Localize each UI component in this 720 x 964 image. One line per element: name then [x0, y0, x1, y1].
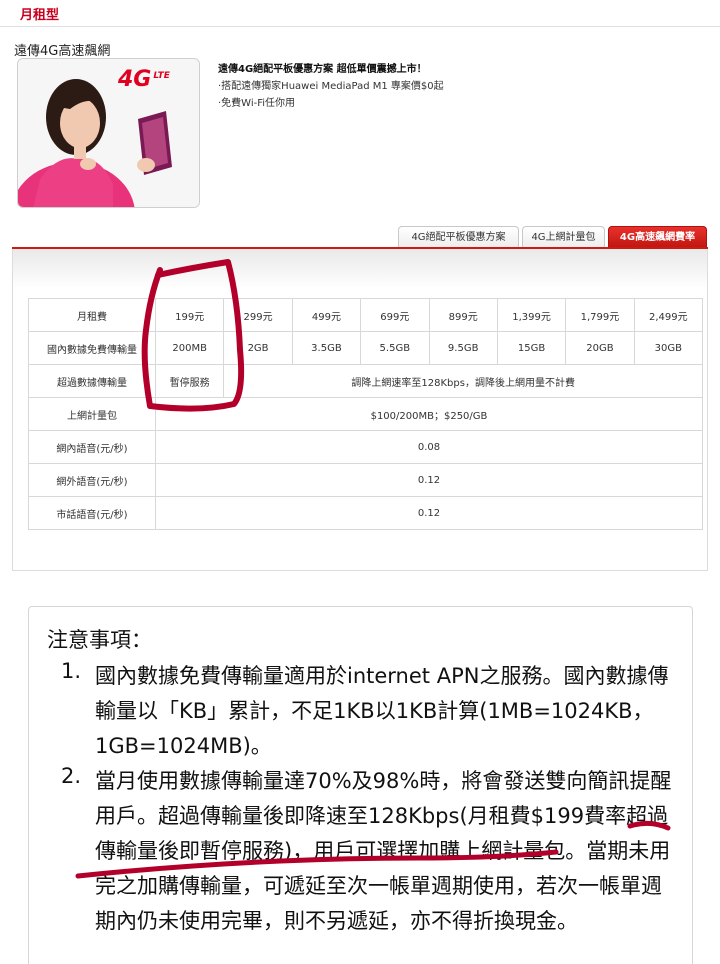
plan-tabs: 4G絕配平板優惠方案 4G上網計量包 4G高速飆網費率 [0, 226, 720, 248]
4g-lte-logo: 4G LTE [118, 67, 170, 92]
notes-heading: 注意事項： [47, 628, 152, 652]
plan-fee-cell: 1,399元 [496, 298, 567, 332]
plan-fee-cell: 2,499元 [633, 298, 704, 332]
promo-photo-illustration [18, 59, 199, 207]
table-row-offnet-voice: 網外語音(元/秒) 0.12 [28, 463, 703, 497]
table-row-data-allowance: 國內數據免費傳輸量 200MB 2GB 3.5GB 5.5GB 9.5GB 15… [28, 331, 704, 365]
table-row-addon-pack: 上網計量包 $100/200MB；$250/GB [28, 397, 703, 431]
note-text: 當月使用數據傳輸量達70%及98%時，將會發送雙向簡訊提醒用戶。超過傳輸量後即降… [95, 769, 672, 933]
table-row-overage: 超過數據傳輸量 暫停服務 調降上網速率至128Kbps，調降後上網用量不計費 [28, 364, 703, 398]
plan-fee-cell: 699元 [360, 298, 430, 332]
promo-image[interactable]: 4G LTE [17, 58, 200, 208]
row-header-landline-voice: 市話語音(元/秒) [28, 496, 156, 530]
row-header-monthly-fee: 月租費 [28, 298, 156, 332]
badge-lte: LTE [153, 70, 170, 81]
data-allowance-cell: 5.5GB [360, 331, 430, 365]
data-allowance-cell: 20GB [565, 331, 635, 365]
plan-fee-cell: 499元 [291, 298, 362, 332]
data-allowance-cell: 3.5GB [291, 331, 362, 365]
offnet-voice-cell: 0.12 [155, 463, 703, 497]
data-allowance-cell: 30GB [633, 331, 704, 365]
rates-table: 月租費 199元 299元 499元 699元 899元 1,399元 1,79… [28, 298, 704, 530]
data-allowance-cell: 15GB [496, 331, 567, 365]
note-number: 2. [61, 764, 82, 788]
plan-fee-cell: 299元 [223, 298, 293, 332]
row-header-onnet-voice: 網內語音(元/秒) [28, 430, 156, 464]
section-title: 月租型 [20, 8, 60, 23]
tab-data-pack[interactable]: 4G上網計量包 [522, 226, 605, 248]
table-row-landline-voice: 市話語音(元/秒) 0.12 [28, 496, 703, 530]
plan-fee-cell: 1,799元 [565, 298, 635, 332]
table-row-onnet-voice: 網內語音(元/秒) 0.08 [28, 430, 703, 464]
table-row-monthly-fee: 月租費 199元 299元 499元 699元 899元 1,399元 1,79… [28, 298, 704, 332]
onnet-voice-cell: 0.08 [155, 430, 703, 464]
data-allowance-cell: 200MB [154, 331, 225, 365]
tab-4g-rates[interactable]: 4G高速飆網費率 [608, 226, 707, 248]
plan-fee-cell: 199元 [154, 298, 225, 332]
data-allowance-cell: 2GB [223, 331, 293, 365]
data-allowance-cell: 9.5GB [428, 331, 498, 365]
note-number: 1. [61, 659, 82, 683]
promo-headline[interactable]: 遠傳4G絕配平板優惠方案 超低單價震撼上市！ [218, 60, 427, 75]
overage-suspend-cell: 暫停服務 [154, 364, 225, 398]
overage-throttle-cell: 調降上網速率至128Kbps，調降後上網用量不計費 [223, 364, 703, 398]
addon-pack-cell: $100/200MB；$250/GB [155, 397, 703, 431]
row-header-data-allowance: 國內數據免費傳輸量 [28, 331, 156, 365]
promo-bullet-tablet: ·搭配遠傳獨家Huawei MediaPad M1 專案價$0起 [218, 81, 444, 92]
divider [0, 26, 720, 27]
plan-fee-cell: 899元 [428, 298, 498, 332]
note-text: 國內數據免費傳輸量適用於internet APN之服務。國內數據傳輸量以「KB」… [95, 664, 669, 758]
promo-bullet-wifi: ·免費Wi-Fi任你用 [218, 98, 296, 109]
notes-box: 注意事項： 1. 國內數據免費傳輸量適用於internet APN之服務。國內數… [28, 606, 693, 964]
row-header-overage: 超過數據傳輸量 [28, 364, 156, 398]
row-header-offnet-voice: 網外語音(元/秒) [28, 463, 156, 497]
landline-voice-cell: 0.12 [155, 496, 703, 530]
row-header-addon-pack: 上網計量包 [28, 397, 156, 431]
promo-name[interactable]: 遠傳4G高速飆網 [14, 40, 110, 59]
tab-tablet-plan[interactable]: 4G絕配平板優惠方案 [398, 226, 519, 248]
badge-4g: 4G [118, 67, 152, 92]
